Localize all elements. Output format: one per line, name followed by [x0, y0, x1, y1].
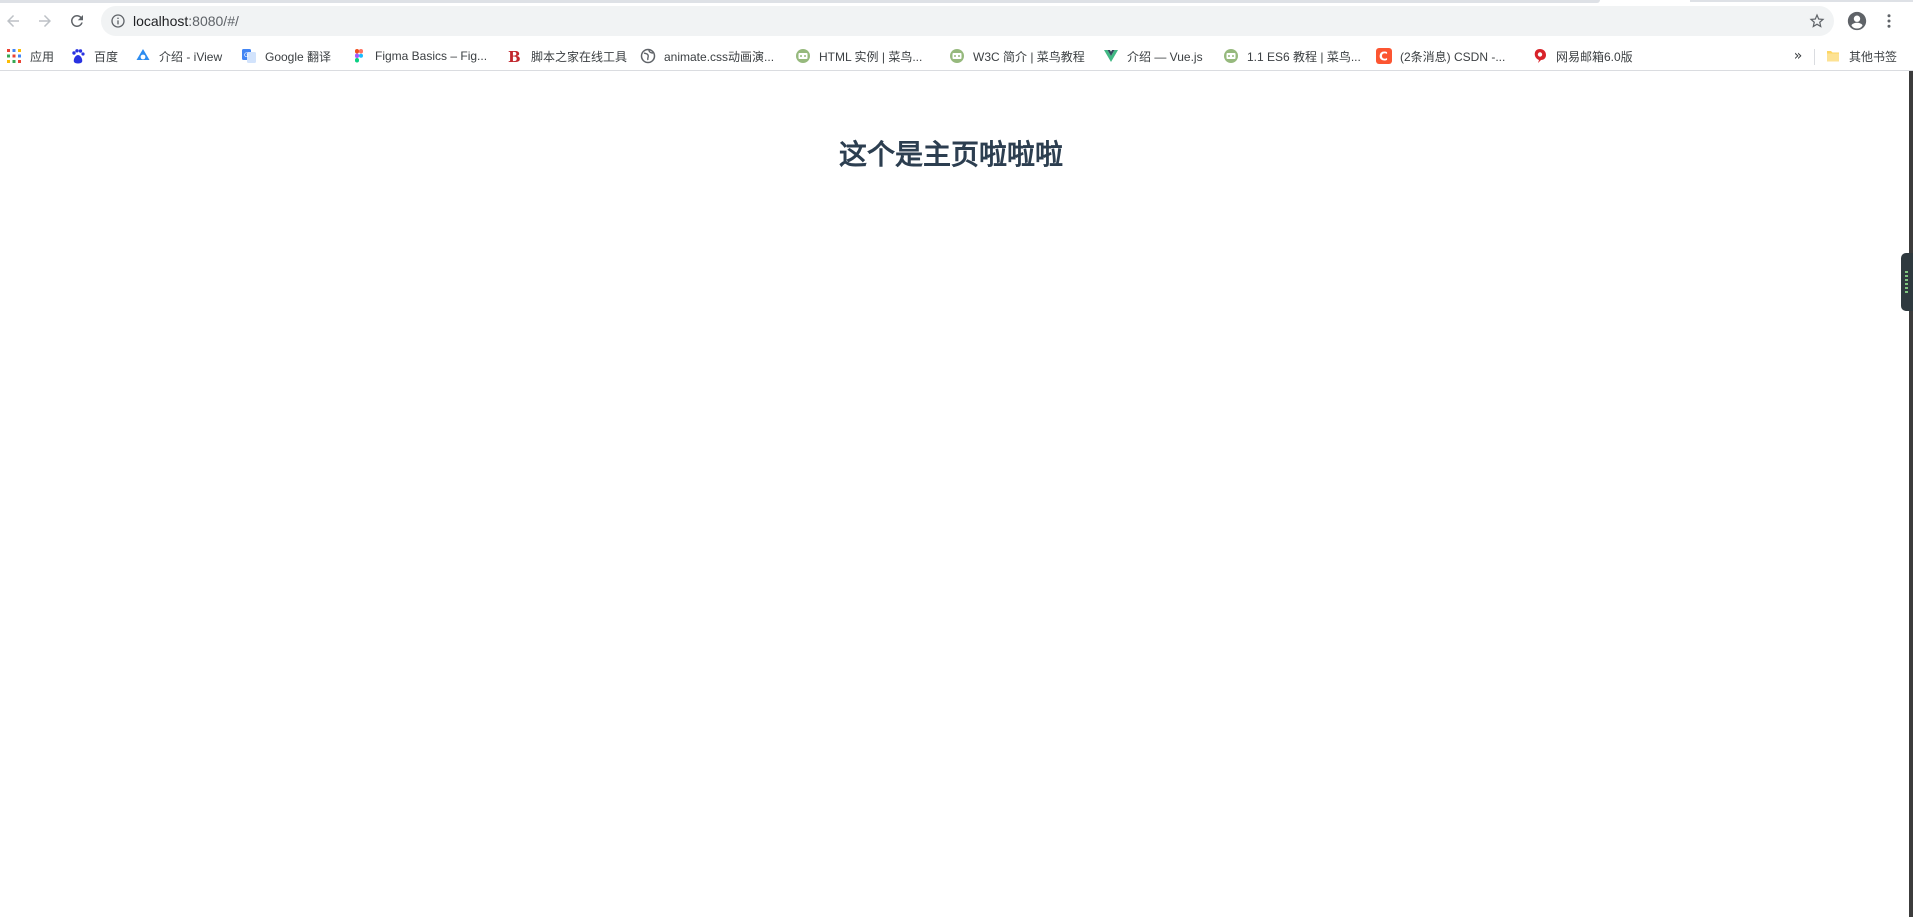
bookmark-label: 介绍 — Vue.js — [1127, 49, 1203, 64]
bookmark-netease-mail[interactable]: 网易邮箱6.0版 — [1528, 45, 1637, 67]
globe-icon — [640, 48, 656, 64]
bookmark-label: 应用 — [30, 49, 55, 64]
profile-icon — [1847, 11, 1867, 31]
page-content: 这个是主页啦啦啦 — [0, 71, 1909, 917]
bookmark-jb51[interactable]: B 脚本之家在线工具 — [503, 45, 631, 67]
runoob-icon — [949, 48, 965, 64]
bookmark-iview[interactable]: 介绍 - iView — [131, 45, 226, 67]
bookmark-label: animate.css动画演... — [664, 49, 775, 64]
tab-strip-edge — [0, 0, 1600, 3]
bookmark-w3c-runoob[interactable]: W3C 简介 | 菜鸟教程 — [945, 45, 1089, 67]
url-text[interactable]: localhost:8080/#/ — [133, 6, 1733, 36]
csdn-icon: C — [1376, 48, 1392, 64]
browser-window: localhost:8080/#/ 应用 百度 介绍 - iView G Goo… — [0, 0, 1913, 917]
address-bar[interactable]: localhost:8080/#/ — [101, 6, 1834, 36]
browser-toolbar: localhost:8080/#/ — [0, 0, 1913, 42]
bookmark-label: W3C 简介 | 菜鸟教程 — [973, 49, 1085, 64]
jb51-icon: B — [507, 48, 523, 64]
bookmark-label: 脚本之家在线工具 — [531, 49, 628, 64]
bookmarks-bar: 应用 百度 介绍 - iView G Google 翻译 Figma Basic… — [0, 42, 1913, 71]
bookmark-animate-css[interactable]: animate.css动画演... — [636, 45, 778, 67]
tab-strip-edge-right — [1690, 0, 1913, 2]
window-right-edge — [1909, 71, 1913, 917]
forward-arrow-icon — [39, 15, 51, 27]
bookmark-label: 1.1 ES6 教程 | 菜鸟... — [1247, 49, 1361, 64]
runoob-icon — [795, 48, 811, 64]
bookmark-figma[interactable]: Figma Basics – Fig... — [347, 45, 491, 67]
bookmark-es6-runoob[interactable]: 1.1 ES6 教程 | 菜鸟... — [1219, 45, 1365, 67]
bookmark-label: (2条消息) CSDN -... — [1400, 49, 1506, 64]
page-title: 这个是主页啦啦啦 — [838, 138, 1063, 171]
svg-text:C: C — [1379, 50, 1388, 64]
url-host: localhost — [133, 13, 189, 29]
bookmark-label: 网易邮箱6.0版 — [1556, 49, 1633, 64]
side-panel-handle[interactable] — [1901, 253, 1913, 311]
netease-icon — [1532, 48, 1548, 64]
bookmark-label: 介绍 - iView — [159, 49, 223, 64]
reload-button[interactable] — [64, 8, 90, 34]
bookmark-baidu[interactable]: 百度 — [66, 45, 122, 67]
bookmark-apps[interactable]: 应用 — [2, 45, 58, 67]
apps-grid-icon — [6, 48, 22, 64]
bookmarks-overflow-button[interactable]: » — [1790, 47, 1806, 65]
bookmark-google-translate[interactable]: G Google 翻译 — [237, 45, 335, 67]
forward-button[interactable] — [32, 8, 58, 34]
iview-icon — [135, 48, 151, 64]
bookmark-label: Figma Basics – Fig... — [375, 49, 488, 63]
vue-icon — [1103, 48, 1119, 64]
bookmark-label: 百度 — [94, 49, 119, 64]
bookmark-other-folder[interactable]: 其他书签 — [1821, 45, 1901, 67]
svg-text:B: B — [508, 48, 521, 64]
info-icon[interactable] — [110, 13, 126, 29]
runoob-icon — [1223, 48, 1239, 64]
kebab-menu-icon — [1887, 14, 1891, 28]
bookmark-html-runoob[interactable]: HTML 实例 | 菜鸟... — [791, 45, 926, 67]
bookmark-csdn[interactable]: C (2条消息) CSDN -... — [1372, 45, 1509, 67]
reload-icon — [70, 14, 83, 27]
google-translate-icon: G — [241, 48, 257, 64]
svg-text:G: G — [244, 52, 249, 59]
star-icon[interactable] — [1808, 12, 1826, 30]
bookmark-vue[interactable]: 介绍 — Vue.js — [1099, 45, 1207, 67]
bookmarks-divider — [1814, 49, 1815, 65]
back-arrow-icon — [7, 15, 19, 27]
baidu-paw-icon — [70, 48, 86, 64]
figma-icon — [351, 48, 367, 64]
back-button[interactable] — [0, 8, 26, 34]
url-path: :8080/#/ — [188, 13, 239, 29]
browser-menu-button[interactable] — [1876, 8, 1902, 34]
bookmark-label: Google 翻译 — [265, 49, 332, 64]
profile-button[interactable] — [1844, 8, 1870, 34]
bookmark-label: 其他书签 — [1849, 49, 1898, 64]
side-panel-grip — [1905, 271, 1908, 293]
folder-icon — [1825, 48, 1841, 64]
bookmark-label: HTML 实例 | 菜鸟... — [819, 49, 923, 64]
